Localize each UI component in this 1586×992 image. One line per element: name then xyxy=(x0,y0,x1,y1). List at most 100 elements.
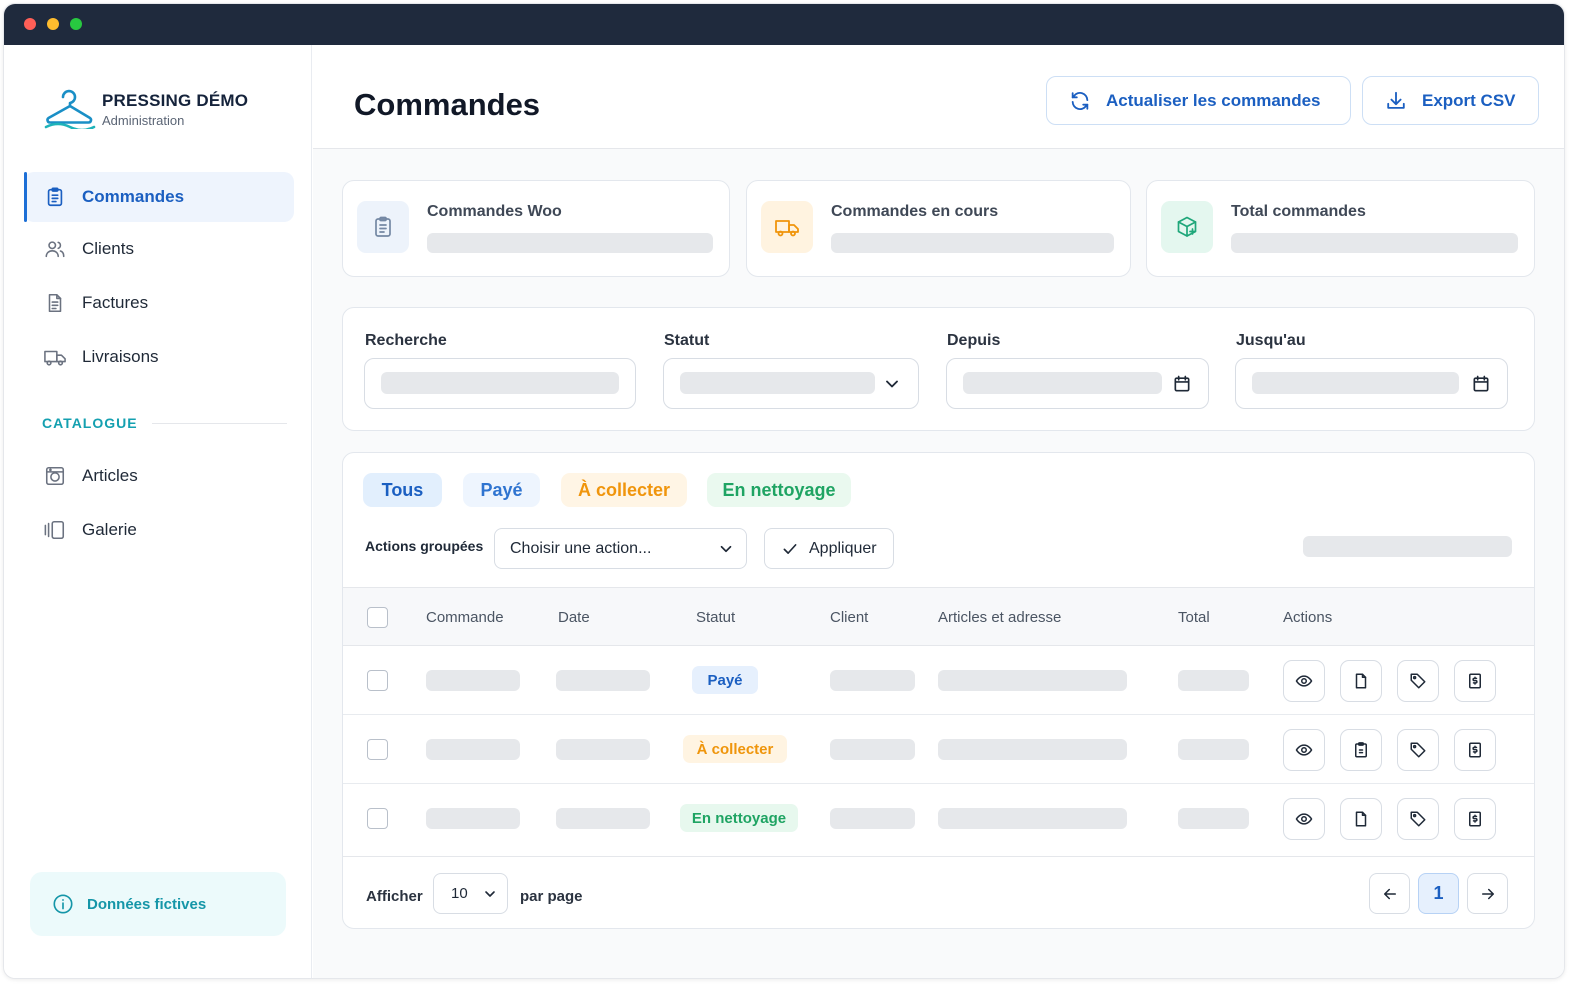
date-placeholder xyxy=(556,739,650,760)
table-row[interactable]: En nettoyage xyxy=(343,784,1534,853)
bulk-actions-label: Actions groupées xyxy=(365,538,484,554)
sidebar-item-galerie[interactable]: Galerie xyxy=(24,505,294,555)
eye-icon xyxy=(1295,813,1313,825)
sidebar-item-label: Articles xyxy=(82,466,138,485)
document-icon xyxy=(1355,673,1367,689)
sidebar-item-label: Commandes xyxy=(82,187,185,206)
results-count-placeholder xyxy=(1303,536,1512,557)
eye-icon xyxy=(1295,675,1313,687)
window-maximize-button[interactable] xyxy=(70,18,82,30)
input-placeholder xyxy=(963,372,1162,394)
brand[interactable]: PRESSING DÉMO Administration xyxy=(42,85,282,131)
download-icon xyxy=(1385,90,1407,112)
column-header-commande[interactable]: Commande xyxy=(426,609,504,626)
invoice-icon xyxy=(1469,673,1481,689)
chevron-down-icon xyxy=(882,374,902,394)
row-checkbox[interactable] xyxy=(367,670,388,691)
users-icon xyxy=(42,236,68,262)
previous-page-button[interactable] xyxy=(1369,873,1410,914)
articles-placeholder xyxy=(938,808,1127,829)
since-date-input[interactable] xyxy=(946,358,1209,409)
page-title: Commandes xyxy=(354,87,541,122)
main-content: Commandes Actualiser les commandes Expor… xyxy=(313,45,1564,978)
column-header-date[interactable]: Date xyxy=(558,609,590,626)
column-header-articles[interactable]: Articles et adresse xyxy=(938,609,1061,626)
bulk-action-select[interactable]: Choisir une action... xyxy=(494,528,747,569)
apply-button[interactable]: Appliquer xyxy=(764,528,894,569)
check-icon xyxy=(781,540,799,558)
articles-placeholder xyxy=(938,739,1127,760)
table-row[interactable]: À collecter xyxy=(343,715,1534,784)
info-icon xyxy=(53,894,73,914)
clipboard-list-icon xyxy=(42,184,68,210)
catalogue-section-heading: CATALOGUE xyxy=(42,415,287,431)
until-date-input[interactable] xyxy=(1235,358,1508,409)
total-placeholder xyxy=(1178,808,1249,829)
status-select[interactable] xyxy=(663,358,919,409)
tag-button[interactable] xyxy=(1397,729,1439,771)
invoice-icon xyxy=(1469,742,1481,758)
page-header: Commandes Actualiser les commandes Expor… xyxy=(313,45,1564,149)
status-label: Statut xyxy=(664,332,710,349)
tab-en-nettoyage[interactable]: En nettoyage xyxy=(707,473,851,507)
search-input[interactable] xyxy=(364,358,636,409)
sidebar-item-commandes[interactable]: Commandes xyxy=(24,172,294,222)
tag-button[interactable] xyxy=(1397,660,1439,702)
order-id-placeholder xyxy=(426,670,520,691)
view-button[interactable] xyxy=(1283,798,1325,840)
stat-card-total-orders: Total commandes xyxy=(1146,180,1535,277)
refresh-orders-button[interactable]: Actualiser les commandes xyxy=(1046,76,1351,125)
row-checkbox[interactable] xyxy=(367,739,388,760)
sidebar-item-clients[interactable]: Clients xyxy=(24,224,294,274)
tag-button[interactable] xyxy=(1397,798,1439,840)
box-plus-icon xyxy=(1161,201,1213,253)
calendar-icon[interactable] xyxy=(1471,374,1491,394)
view-button[interactable] xyxy=(1283,729,1325,771)
document-button[interactable] xyxy=(1340,660,1382,702)
clipboard-button[interactable] xyxy=(1340,729,1382,771)
truck-icon xyxy=(42,344,68,370)
table-row[interactable]: Payé xyxy=(343,646,1534,715)
next-page-button[interactable] xyxy=(1467,873,1508,914)
sidebar-item-articles[interactable]: Articles xyxy=(24,451,294,501)
view-button[interactable] xyxy=(1283,660,1325,702)
invoice-button[interactable] xyxy=(1454,798,1496,840)
tab-tous[interactable]: Tous xyxy=(363,473,442,507)
until-label: Jusqu'au xyxy=(1236,332,1306,349)
search-label: Recherche xyxy=(365,332,447,349)
column-header-client[interactable]: Client xyxy=(830,609,868,626)
tab-paye[interactable]: Payé xyxy=(463,473,540,507)
show-label: Afficher xyxy=(366,888,423,905)
chevron-down-icon xyxy=(482,886,498,902)
export-csv-button[interactable]: Export CSV xyxy=(1362,76,1539,125)
window-minimize-button[interactable] xyxy=(47,18,59,30)
table-footer: Afficher 10 par page 1 xyxy=(343,856,1534,928)
stat-value-placeholder xyxy=(831,233,1114,253)
order-id-placeholder xyxy=(426,808,520,829)
tab-a-collecter[interactable]: À collecter xyxy=(561,473,687,507)
sidebar-item-label: Factures xyxy=(82,293,149,312)
column-header-total[interactable]: Total xyxy=(1178,609,1210,626)
row-checkbox[interactable] xyxy=(367,808,388,829)
demo-notice-label: Données fictives xyxy=(87,895,207,913)
column-header-statut[interactable]: Statut xyxy=(696,609,735,626)
stat-card-orders-in-progress: Commandes en cours xyxy=(746,180,1131,277)
brand-name: PRESSING DÉMO xyxy=(102,91,249,110)
date-placeholder xyxy=(556,670,650,691)
document-button[interactable] xyxy=(1340,798,1382,840)
sidebar-item-livraisons[interactable]: Livraisons xyxy=(24,332,294,382)
client-placeholder xyxy=(830,808,915,829)
document-icon xyxy=(1355,811,1367,827)
calendar-icon[interactable] xyxy=(1172,374,1192,394)
window-close-button[interactable] xyxy=(24,18,36,30)
stat-value-placeholder xyxy=(1231,233,1518,253)
invoice-button[interactable] xyxy=(1454,660,1496,702)
select-all-checkbox[interactable] xyxy=(367,607,388,628)
page-button-current[interactable]: 1 xyxy=(1418,873,1459,914)
refresh-icon xyxy=(1069,90,1091,112)
clipboard-icon xyxy=(357,201,409,253)
per-page-select[interactable]: 10 xyxy=(433,873,508,914)
arrow-right-icon xyxy=(1481,888,1494,899)
invoice-button[interactable] xyxy=(1454,729,1496,771)
sidebar-item-factures[interactable]: Factures xyxy=(24,278,294,328)
